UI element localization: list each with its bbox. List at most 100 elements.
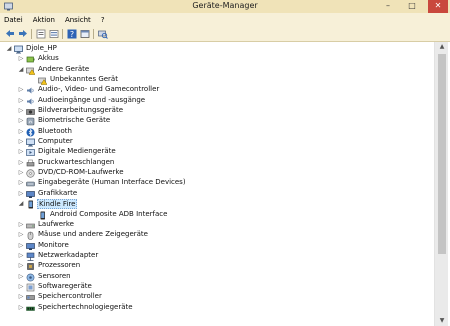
expand-arrow-icon[interactable]: ▷	[18, 303, 24, 313]
tree-node-18[interactable]: ▷ Mäuse und andere Zeigegeräte	[0, 230, 434, 240]
tree-node-15[interactable]: ◢ Kindle Fire	[0, 199, 434, 210]
tree-node-label[interactable]: Speichertechnologiegeräte	[37, 303, 134, 313]
tree-node-label[interactable]: Djole_HP	[25, 44, 58, 54]
biometric-icon	[26, 118, 35, 126]
tree-node-label[interactable]: Bildverarbeitungsgeräte	[37, 106, 124, 116]
expand-arrow-icon[interactable]: ▷	[18, 106, 24, 116]
device-list-icon[interactable]	[48, 28, 59, 39]
expand-arrow-icon[interactable]: ▷	[18, 282, 24, 292]
warning-device-icon	[38, 77, 47, 85]
tree-node-label[interactable]: Android Composite ADB Interface	[49, 210, 168, 220]
tree-node-11[interactable]: ▷ Druckwarteschlangen	[0, 158, 434, 168]
tree-node-9[interactable]: ▷ Computer	[0, 137, 434, 147]
expand-arrow-icon[interactable]: ▷	[18, 168, 24, 178]
scroll-up-icon[interactable]: ▲	[435, 42, 449, 52]
tree-node-label[interactable]: Laufwerke	[37, 220, 75, 230]
tree-node-5[interactable]: ▷ Audioeingänge und -ausgänge	[0, 96, 434, 106]
maximize-button[interactable]: □	[402, 0, 422, 13]
scan-hardware-icon[interactable]	[97, 28, 108, 39]
tree-node-0[interactable]: ◢ Djole_HP	[0, 44, 434, 54]
expand-arrow-icon[interactable]: ▷	[18, 127, 24, 137]
expand-arrow-icon[interactable]: ▷	[18, 137, 24, 147]
tree-node-6[interactable]: ▷ Bildverarbeitungsgeräte	[0, 106, 434, 116]
collapse-arrow-icon[interactable]: ◢	[18, 199, 24, 209]
tree-node-25[interactable]: ▷ Speichertechnologiegeräte	[0, 303, 434, 313]
expand-arrow-icon[interactable]: ▷	[18, 85, 24, 95]
expand-arrow-icon[interactable]: ▷	[18, 147, 24, 157]
tree-node-16[interactable]: Android Composite ADB Interface	[0, 210, 434, 220]
tree-node-12[interactable]: ▷ DVD/CD-ROM-Laufwerke	[0, 168, 434, 178]
menu-ansicht[interactable]: Ansicht	[65, 16, 91, 24]
view-icon[interactable]	[79, 28, 90, 39]
tree-node-label[interactable]: Mäuse und andere Zeigegeräte	[37, 230, 149, 240]
tree-node-21[interactable]: ▷ Prozessoren	[0, 261, 434, 271]
expand-arrow-icon[interactable]: ▷	[18, 96, 24, 106]
vertical-scrollbar[interactable]: ▲ ▼	[434, 42, 448, 326]
tree-node-label[interactable]: Bluetooth	[37, 127, 73, 137]
tree-node-22[interactable]: ▷ Sensoren	[0, 272, 434, 282]
tree-node-10[interactable]: ▷ Digitale Mediengeräte	[0, 147, 434, 157]
toolbar-separator	[62, 29, 63, 39]
minimize-button[interactable]: –	[378, 0, 398, 13]
tree-node-label[interactable]: Andere Geräte	[37, 65, 90, 75]
expand-arrow-icon[interactable]: ▷	[18, 178, 24, 188]
tree-node-label[interactable]: Prozessoren	[37, 261, 81, 271]
tree-node-label[interactable]: Audio-, Video- und Gamecontroller	[37, 85, 160, 95]
tree-node-23[interactable]: ▷ Softwaregeräte	[0, 282, 434, 292]
expand-arrow-icon[interactable]: ▷	[18, 189, 24, 199]
collapse-arrow-icon[interactable]: ◢	[6, 44, 12, 54]
expand-arrow-icon[interactable]: ▷	[18, 220, 24, 230]
expand-arrow-icon[interactable]: ▷	[18, 292, 24, 302]
tree-node-label[interactable]: Unbekanntes Gerät	[49, 75, 119, 85]
expand-arrow-icon[interactable]: ▷	[18, 158, 24, 168]
tree-node-8[interactable]: ▷ Bluetooth	[0, 127, 434, 137]
expand-arrow-icon[interactable]: ▷	[18, 54, 24, 64]
expand-arrow-icon[interactable]: ▷	[18, 230, 24, 240]
menu-aktion[interactable]: Aktion	[33, 16, 55, 24]
tree-node-13[interactable]: ▷ Eingabegeräte (Human Interface Devices)	[0, 178, 434, 188]
expand-arrow-icon[interactable]: ▷	[18, 272, 24, 282]
tree-node-label[interactable]: Netzwerkadapter	[37, 251, 99, 261]
tree-node-20[interactable]: ▷ Netzwerkadapter	[0, 251, 434, 261]
back-arrow-icon[interactable]	[4, 28, 15, 39]
tree-node-label[interactable]: Speichercontroller	[37, 292, 103, 302]
tree-node-label[interactable]: Grafikkarte	[37, 189, 78, 199]
menu-datei[interactable]: Datei	[4, 16, 23, 24]
properties-icon[interactable]	[35, 28, 46, 39]
tree-node-label[interactable]: Druckwarteschlangen	[37, 158, 115, 168]
tree-node-label[interactable]: Computer	[37, 137, 74, 147]
tree-node-24[interactable]: ▷ Speichercontroller	[0, 292, 434, 302]
tree-node-14[interactable]: ▷ Grafikkarte	[0, 189, 434, 199]
tree-node-2[interactable]: ◢ Andere Geräte	[0, 65, 434, 75]
tree-node-17[interactable]: ▷ Laufwerke	[0, 220, 434, 230]
forward-arrow-icon[interactable]	[17, 28, 28, 39]
tree-node-7[interactable]: ▷ Biometrische Geräte	[0, 116, 434, 126]
menu-help[interactable]: ?	[101, 16, 105, 24]
expand-arrow-icon[interactable]: ▷	[18, 251, 24, 261]
scrollbar-thumb[interactable]	[438, 54, 446, 254]
tree-node-label[interactable]: Biometrische Geräte	[37, 116, 111, 126]
scroll-down-icon[interactable]: ▼	[435, 316, 449, 326]
tree-node-label[interactable]: Digitale Mediengeräte	[37, 147, 117, 157]
toolbar-separator	[93, 29, 94, 39]
tree-node-19[interactable]: ▷ Monitore	[0, 241, 434, 251]
tree-node-label[interactable]: Kindle Fire	[37, 199, 78, 210]
tree-node-label[interactable]: Akkus	[37, 54, 60, 64]
tree-node-label[interactable]: DVD/CD-ROM-Laufwerke	[37, 168, 125, 178]
tree-node-label[interactable]: Audioeingänge und -ausgänge	[37, 96, 146, 106]
tree-node-4[interactable]: ▷ Audio-, Video- und Gamecontroller	[0, 85, 434, 95]
expand-arrow-icon[interactable]: ▷	[18, 261, 24, 271]
tree-node-label[interactable]: Eingabegeräte (Human Interface Devices)	[37, 178, 187, 188]
tree-node-label[interactable]: Sensoren	[37, 272, 72, 282]
close-button[interactable]: ✕	[428, 0, 448, 13]
tree-node-3[interactable]: Unbekanntes Gerät	[0, 75, 434, 85]
drive-icon	[26, 223, 35, 229]
expand-arrow-icon[interactable]: ▷	[18, 116, 24, 126]
help-icon[interactable]: ?	[66, 28, 77, 39]
tree-node-label[interactable]: Monitore	[37, 241, 70, 251]
collapse-arrow-icon[interactable]: ◢	[18, 65, 24, 75]
tree-node-1[interactable]: ▷ Akkus	[0, 54, 434, 64]
computer-icon	[26, 138, 35, 147]
expand-arrow-icon[interactable]: ▷	[18, 241, 24, 251]
tree-node-label[interactable]: Softwaregeräte	[37, 282, 93, 292]
